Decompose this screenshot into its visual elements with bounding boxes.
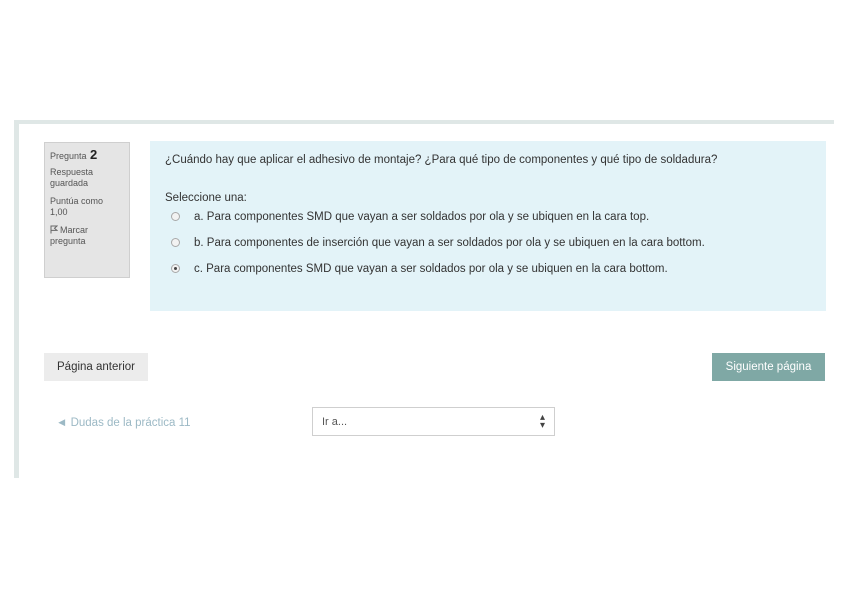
next-page-button[interactable]: Siguiente página [712, 353, 825, 381]
question-text: ¿Cuándo hay que aplicar el adhesivo de m… [165, 154, 718, 166]
question-grade: Puntúa como 1,00 [50, 196, 124, 218]
answer-label-b: b. Para componentes de inserción que vay… [194, 237, 705, 249]
state-line-1: Respuesta [50, 167, 94, 177]
flag-line-1: Marcar [60, 225, 89, 235]
answer-label-c: c. Para componentes SMD que vayan a ser … [194, 263, 668, 275]
jump-to-select[interactable]: Ir a... ▴ ▾ [312, 407, 555, 436]
question-state: Respuesta guardada [50, 167, 124, 189]
top-divider [14, 120, 834, 124]
answer-option-c[interactable]: c. Para componentes SMD que vayan a ser … [171, 263, 668, 275]
question-number-value: 2 [90, 147, 98, 162]
question-label: Pregunta [50, 151, 87, 161]
quiz-page: Pregunta 2 Respuesta guardada Puntúa com… [14, 120, 834, 478]
select-caret-icon: ▴ ▾ [539, 412, 545, 431]
grade-line-1: Puntúa como [50, 196, 104, 206]
answer-option-a[interactable]: a. Para componentes SMD que vayan a ser … [171, 211, 649, 223]
question-number: Pregunta 2 [50, 147, 124, 162]
flag-question-toggle[interactable]: Marcar pregunta [50, 225, 124, 247]
flag-line-2: pregunta [50, 236, 86, 246]
jump-to-value: Ir a... [322, 416, 348, 428]
state-line-2: guardada [50, 178, 89, 188]
radio-button-a[interactable] [171, 212, 180, 221]
question-content: ¿Cuándo hay que aplicar el adhesivo de m… [150, 141, 826, 311]
previous-activity-link[interactable]: ◄ Dudas de la práctica 11 [56, 417, 191, 429]
answer-prompt: Seleccione una: [165, 192, 247, 204]
radio-button-c[interactable] [171, 264, 180, 273]
flag-icon [50, 225, 59, 234]
radio-button-b[interactable] [171, 238, 180, 247]
previous-page-button[interactable]: Página anterior [44, 353, 148, 381]
answer-option-b[interactable]: b. Para componentes de inserción que vay… [171, 237, 705, 249]
left-rail [14, 120, 19, 478]
question-info-panel: Pregunta 2 Respuesta guardada Puntúa com… [44, 142, 130, 278]
grade-line-2: 1,00 [50, 207, 68, 217]
answer-label-a: a. Para componentes SMD que vayan a ser … [194, 211, 650, 223]
